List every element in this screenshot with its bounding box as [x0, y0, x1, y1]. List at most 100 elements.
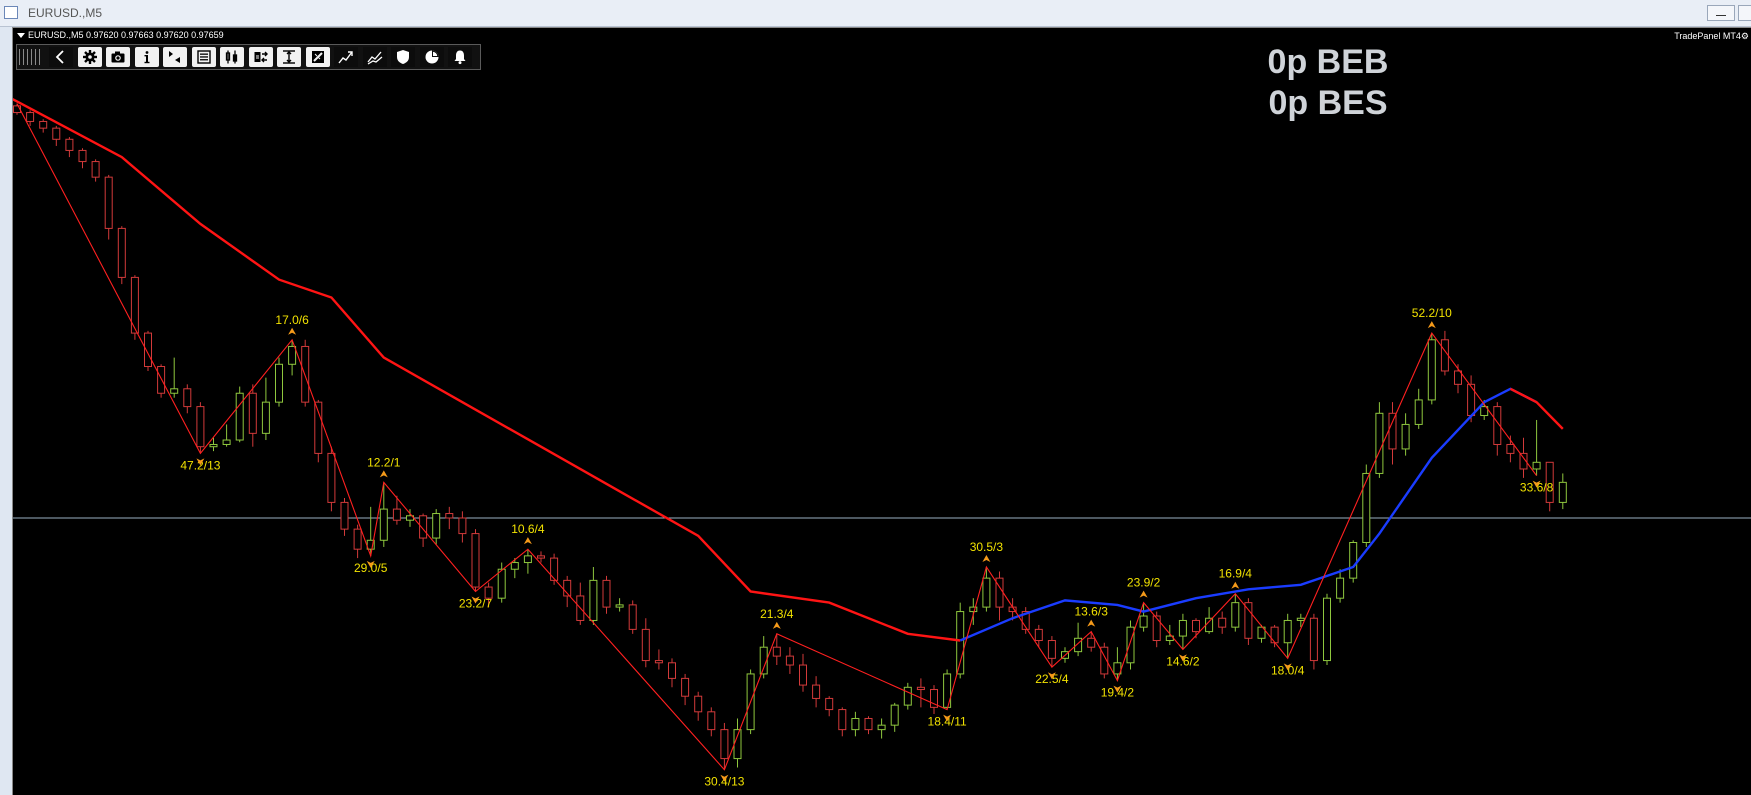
candle: [1139, 602, 1148, 632]
candle-body: [1192, 619, 1200, 633]
candle-body: [1283, 619, 1292, 644]
candle-body: [1414, 399, 1423, 425]
candle-body: [117, 227, 126, 278]
candle-body: [903, 686, 912, 706]
candle-body: [170, 388, 179, 394]
candle: [641, 618, 650, 668]
candle-body: [1309, 617, 1318, 662]
candle-body: [890, 704, 899, 726]
candle: [1532, 419, 1541, 476]
range-icon[interactable]: [277, 47, 301, 67]
candle-body: [668, 662, 676, 679]
symbol-quote: EURUSD.,M5 0.97620 0.97663 0.97620 0.976…: [28, 30, 224, 40]
candle: [157, 364, 166, 398]
candle-body: [772, 646, 781, 657]
candle: [1349, 540, 1358, 583]
candle-body: [1034, 628, 1043, 642]
candle: [563, 575, 572, 608]
candle-body: [1401, 423, 1410, 450]
candle: [1427, 333, 1436, 405]
trend-up-icon[interactable]: [334, 47, 358, 67]
candle: [458, 511, 467, 543]
candle-body: [1270, 626, 1279, 644]
candle: [550, 553, 559, 585]
chart-area[interactable]: 47.2/1317.0/629.0/512.2/123.2/710.6/430.…: [12, 27, 1751, 795]
candle: [248, 384, 257, 447]
candle: [785, 647, 794, 674]
candle: [1493, 402, 1502, 456]
chart-window-icon: [4, 6, 18, 19]
candle: [523, 549, 532, 574]
candle: [838, 707, 847, 737]
up-arrow-icon: [288, 327, 297, 335]
zigzag-label: 23.9/2: [1127, 576, 1161, 590]
moving-average-red: [13, 98, 961, 642]
panel-settings-icon[interactable]: ⚙: [1741, 31, 1749, 41]
candle: [772, 633, 781, 666]
candle-body: [78, 149, 87, 163]
candle-body: [327, 452, 336, 503]
candle-body: [1178, 619, 1187, 637]
candle: [916, 678, 925, 708]
gear-icon[interactable]: [77, 47, 102, 67]
candle: [1205, 607, 1214, 634]
candle-body: [1362, 472, 1371, 543]
maximize-button[interactable]: [1738, 5, 1751, 21]
swap-icon[interactable]: [248, 47, 273, 67]
tradepanel-toolbar: [16, 44, 481, 70]
candle: [314, 399, 323, 463]
candle: [196, 402, 205, 454]
window-titlebar: EURUSD.,M5: [0, 0, 1751, 27]
candle: [432, 509, 441, 545]
info-icon[interactable]: [134, 47, 159, 67]
candle: [235, 386, 244, 443]
candle-body: [288, 345, 297, 365]
candle: [52, 125, 61, 146]
bell-icon[interactable]: [448, 47, 472, 67]
candle-body: [104, 176, 113, 229]
minimize-button[interactable]: [1707, 5, 1735, 21]
back-arrow-icon[interactable]: [49, 47, 73, 67]
candle: [930, 685, 938, 715]
candle: [1087, 631, 1096, 652]
break-even-buy-label: 0p BEB: [1267, 43, 1389, 81]
candle: [628, 600, 637, 634]
candle: [694, 691, 703, 721]
price-chart[interactable]: 47.2/1317.0/629.0/512.2/123.2/710.6/430.…: [13, 28, 1751, 795]
shield-icon[interactable]: [391, 47, 415, 67]
candle-body: [654, 660, 663, 664]
play-icon[interactable]: [163, 47, 187, 67]
candle-body: [1388, 412, 1397, 450]
candle-body: [445, 513, 454, 519]
candle: [969, 598, 978, 625]
candle-body: [392, 508, 401, 521]
camera-icon[interactable]: [106, 47, 130, 67]
candle: [1309, 613, 1318, 670]
candle: [327, 446, 336, 512]
candle-body: [235, 392, 244, 441]
list-icon[interactable]: [191, 47, 216, 67]
zigzag-label: 10.6/4: [511, 522, 545, 536]
candle: [1401, 413, 1410, 456]
grip-icon[interactable]: [19, 49, 43, 65]
zigzag-label: 17.0/6: [275, 313, 309, 327]
candle: [379, 482, 388, 547]
candle-body: [707, 711, 716, 731]
candle: [759, 636, 768, 679]
up-arrow-icon: [1087, 619, 1096, 627]
trend-multi-icon[interactable]: [362, 47, 387, 67]
chart-bars-icon[interactable]: [220, 47, 244, 67]
candle-body: [497, 568, 506, 599]
candle: [1257, 624, 1266, 643]
pie-chart-icon[interactable]: [419, 47, 444, 67]
dropdown-triangle-icon[interactable]: [17, 33, 25, 39]
candle-body: [353, 528, 362, 550]
candle: [1126, 620, 1135, 670]
ruler-icon[interactable]: [305, 47, 330, 67]
candle: [943, 669, 952, 710]
candle: [812, 676, 821, 708]
up-arrow-icon: [1139, 590, 1148, 598]
candle: [668, 658, 676, 688]
window-title: EURUSD.,M5: [28, 6, 103, 20]
candle-body: [1506, 443, 1515, 454]
